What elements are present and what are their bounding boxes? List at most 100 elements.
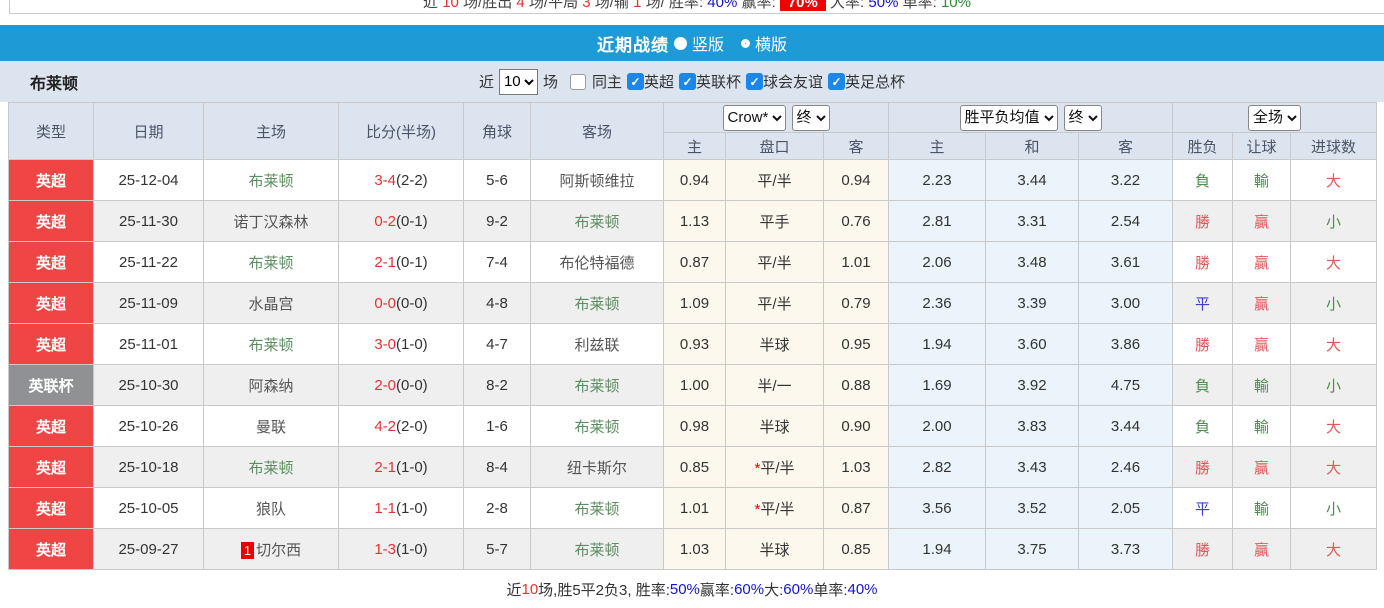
handicap-result: 贏 [1233, 529, 1291, 570]
recent-count-select[interactable]: 10 [499, 69, 538, 95]
score: 3-0(1-0) [339, 324, 464, 365]
stat-fragment: 赢率: [737, 0, 780, 11]
mean-away-odds: 2.54 [1079, 201, 1173, 242]
mean-away-odds: 3.73 [1079, 529, 1173, 570]
filter-controls: 近 10 场 同主 ✓英超✓英联杯✓球会友谊✓英足总杯 [0, 69, 1384, 95]
handicap: *平/半 [726, 488, 824, 529]
mean-draw-odds: 3.92 [986, 365, 1079, 406]
match-date: 25-10-30 [94, 365, 204, 406]
home-team: 曼联 [204, 406, 339, 447]
mean-stage-select[interactable]: 终 [1064, 105, 1102, 131]
same-home-checkbox[interactable] [570, 74, 586, 90]
handicap: 半/一 [726, 365, 824, 406]
halftime-score: (2-2) [396, 172, 428, 189]
away-odds: 0.90 [824, 406, 889, 447]
league-badge: 英超 [9, 242, 94, 283]
radio-vertical-layout[interactable] [674, 37, 687, 50]
mean-draw-odds: 3.75 [986, 529, 1079, 570]
halftime-score: (0-0) [396, 377, 428, 394]
mean-away-odds: 2.05 [1079, 488, 1173, 529]
match-result: 勝 [1173, 242, 1233, 283]
corner-score: 5-7 [464, 529, 531, 570]
mean-home-odds: 2.82 [889, 447, 986, 488]
score: 0-0(0-0) [339, 283, 464, 324]
column-subheader: 主 [889, 133, 986, 160]
radio-horizontal-label[interactable]: 横版 [755, 31, 787, 55]
results-table: 类型日期主场比分(半场)角球客场Crow*终胜平负均值终全场主盘口客主和客胜负让… [8, 102, 1377, 570]
league-checkbox-label[interactable]: 英足总杯 [845, 71, 905, 92]
corner-score: 4-7 [464, 324, 531, 365]
goals-result: 大 [1291, 406, 1377, 447]
odds-company-select[interactable]: Crow* [723, 105, 786, 131]
radio-horizontal-layout[interactable] [741, 39, 750, 48]
fulltime-score: 1-3 [374, 541, 396, 558]
score: 2-1(1-0) [339, 447, 464, 488]
changed-handicap-marker: * [754, 501, 760, 518]
league-checkbox[interactable]: ✓ [679, 73, 696, 90]
mean-home-odds: 3.56 [889, 488, 986, 529]
away-team: 布莱顿 [531, 488, 664, 529]
match-date: 25-11-01 [94, 324, 204, 365]
handicap-result: 輸 [1233, 406, 1291, 447]
mean-odds-select[interactable]: 胜平负均值 [960, 105, 1058, 131]
match-result: 負 [1173, 365, 1233, 406]
mean-away-odds: 2.46 [1079, 447, 1173, 488]
home-odds: 1.09 [664, 283, 726, 324]
radio-vertical-label[interactable]: 竖版 [692, 31, 724, 55]
league-badge: 英超 [9, 160, 94, 201]
league-checkbox-label[interactable]: 英联杯 [696, 71, 741, 92]
halftime-score: (1-0) [396, 336, 428, 353]
match-result: 平 [1173, 283, 1233, 324]
match-row: 英超25-11-30诺丁汉森林0-2(0-1)9-2布莱顿1.13平手0.762… [9, 201, 1377, 242]
away-odds: 0.94 [824, 160, 889, 201]
odds-stage-select[interactable]: 终 [792, 105, 830, 131]
fulltime-score: 1-1 [374, 500, 396, 517]
handicap: 平/半 [726, 242, 824, 283]
stat-fragment: 4 [516, 0, 524, 11]
summary-fragment: 40% [847, 581, 877, 598]
summary-fragment: 大: [764, 579, 783, 600]
away-odds: 0.87 [824, 488, 889, 529]
mean-home-odds: 2.36 [889, 283, 986, 324]
mean-home-odds: 2.23 [889, 160, 986, 201]
scope-select[interactable]: 全场 [1248, 105, 1301, 131]
fulltime-score: 0-2 [374, 213, 396, 230]
fulltime-score: 4-2 [374, 418, 396, 435]
handicap-result: 輸 [1233, 160, 1291, 201]
away-odds: 1.01 [824, 242, 889, 283]
home-odds: 1.03 [664, 529, 726, 570]
mean-home-odds: 1.69 [889, 365, 986, 406]
stat-fragment: 近 [423, 0, 442, 11]
away-team: 利兹联 [531, 324, 664, 365]
league-badge: 英超 [9, 488, 94, 529]
handicap: *平/半 [726, 447, 824, 488]
score: 2-0(0-0) [339, 365, 464, 406]
home-odds: 0.85 [664, 447, 726, 488]
stat-fragment: 40% [707, 0, 737, 11]
mean-away-odds: 3.86 [1079, 324, 1173, 365]
league-checkbox-label[interactable]: 英超 [644, 71, 674, 92]
near-label: 近 [479, 71, 494, 92]
fulltime-score: 0-0 [374, 295, 396, 312]
stat-fragment: 场/ 胜率: [641, 0, 707, 11]
summary-bar: 近10场,胜5平2负3, 胜率:50% 赢率:60% 大:60% 单率:40% [0, 570, 1384, 608]
summary-fragment: 60% [783, 581, 813, 598]
league-checkbox-label[interactable]: 球会友谊 [763, 71, 823, 92]
goals-result: 大 [1291, 242, 1377, 283]
mean-home-odds: 2.06 [889, 242, 986, 283]
league-checkbox[interactable]: ✓ [828, 73, 845, 90]
select-group-cell: 全场 [1173, 103, 1377, 133]
score: 2-1(0-1) [339, 242, 464, 283]
fulltime-score: 3-0 [374, 336, 396, 353]
score: 3-4(2-2) [339, 160, 464, 201]
summary-fragment: 赢率: [700, 579, 734, 600]
away-team: 纽卡斯尔 [531, 447, 664, 488]
home-odds: 1.13 [664, 201, 726, 242]
league-badge: 英超 [9, 324, 94, 365]
handicap-result: 贏 [1233, 283, 1291, 324]
league-badge: 英超 [9, 406, 94, 447]
league-checkbox[interactable]: ✓ [627, 73, 644, 90]
league-checkbox[interactable]: ✓ [746, 73, 763, 90]
home-team: 水晶宫 [204, 283, 339, 324]
league-filters: ✓英超✓英联杯✓球会友谊✓英足总杯 [622, 71, 905, 92]
